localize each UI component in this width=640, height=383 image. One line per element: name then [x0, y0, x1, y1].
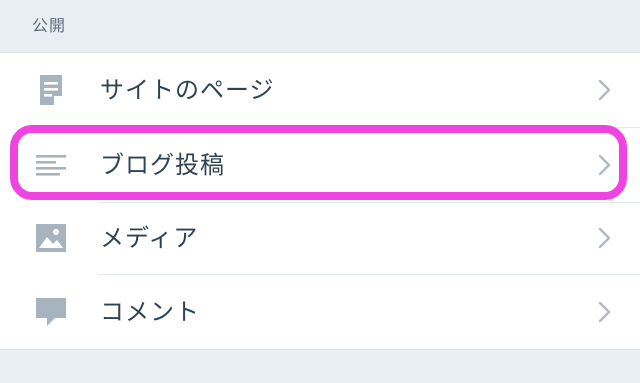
chevron-right-icon [594, 226, 616, 250]
posts-icon [33, 147, 69, 183]
menu-item-blog-posts[interactable]: ブログ投稿 [0, 128, 640, 202]
menu-item-label: サイトのページ [100, 76, 275, 104]
menu-item-site-pages[interactable]: サイトのページ [0, 53, 640, 127]
publish-menu-list: サイトのページ ブログ投稿 メディア コメント [0, 52, 640, 350]
menu-item-label: ブログ投稿 [100, 151, 225, 179]
chevron-right-icon [594, 78, 616, 102]
page-icon [33, 72, 69, 108]
comment-icon [33, 294, 69, 330]
menu-item-comments[interactable]: コメント [0, 275, 640, 349]
image-icon [33, 220, 69, 256]
menu-item-media[interactable]: メディア [0, 201, 640, 275]
chevron-right-icon [594, 153, 616, 177]
menu-item-label: コメント [100, 298, 200, 326]
section-header: 公開 [32, 16, 67, 35]
chevron-right-icon [594, 300, 616, 324]
menu-item-label: メディア [100, 224, 199, 252]
